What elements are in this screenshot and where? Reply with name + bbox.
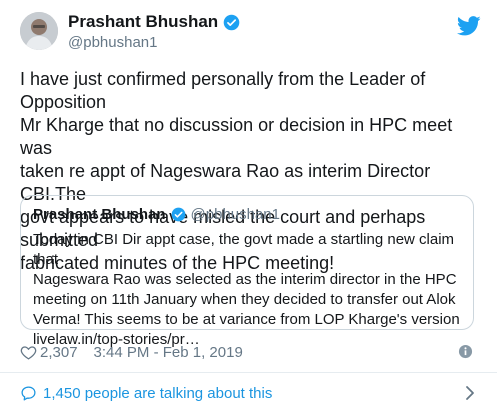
conversation-count-text[interactable]: 1,450 people are talking about this xyxy=(43,385,272,402)
quoted-tweet-text: Today in CBI Dir appt case, the govt mad… xyxy=(33,231,460,348)
author-name-row[interactable]: Prashant Bhushan xyxy=(68,12,240,32)
verified-badge-icon xyxy=(171,207,186,222)
chevron-right-icon[interactable] xyxy=(463,385,477,401)
quoted-tweet-header: Prashant Bhushan @pbhushan1 xyxy=(33,206,280,223)
verified-badge-icon xyxy=(223,14,240,31)
like-count[interactable]: 2,307 xyxy=(40,344,78,361)
info-icon[interactable] xyxy=(458,344,473,359)
conversation-link[interactable]: 1,450 people are talking about this xyxy=(20,380,477,406)
twitter-bird-icon[interactable] xyxy=(456,16,481,36)
quoted-author-name: Prashant Bhushan xyxy=(33,206,166,223)
tweet-meta: 2,307 3:44 PM - Feb 1, 2019 xyxy=(20,341,473,363)
quoted-tweet[interactable]: Prashant Bhushan @pbhushan1 Today in CBI… xyxy=(20,195,474,348)
author-avatar[interactable] xyxy=(20,12,58,50)
author-handle[interactable]: @pbhushan1 xyxy=(68,34,157,51)
quoted-author-handle: @pbhushan1 xyxy=(190,206,280,223)
tweet-timestamp[interactable]: 3:44 PM - Feb 1, 2019 xyxy=(94,344,243,361)
heart-icon[interactable] xyxy=(20,344,37,361)
divider xyxy=(0,372,497,373)
comment-bubble-icon xyxy=(20,385,37,402)
tweet-header: Prashant Bhushan @pbhushan1 xyxy=(20,12,483,60)
author-name[interactable]: Prashant Bhushan xyxy=(68,12,218,32)
tweet-card: Prashant Bhushan @pbhushan1 I have just … xyxy=(0,0,497,416)
